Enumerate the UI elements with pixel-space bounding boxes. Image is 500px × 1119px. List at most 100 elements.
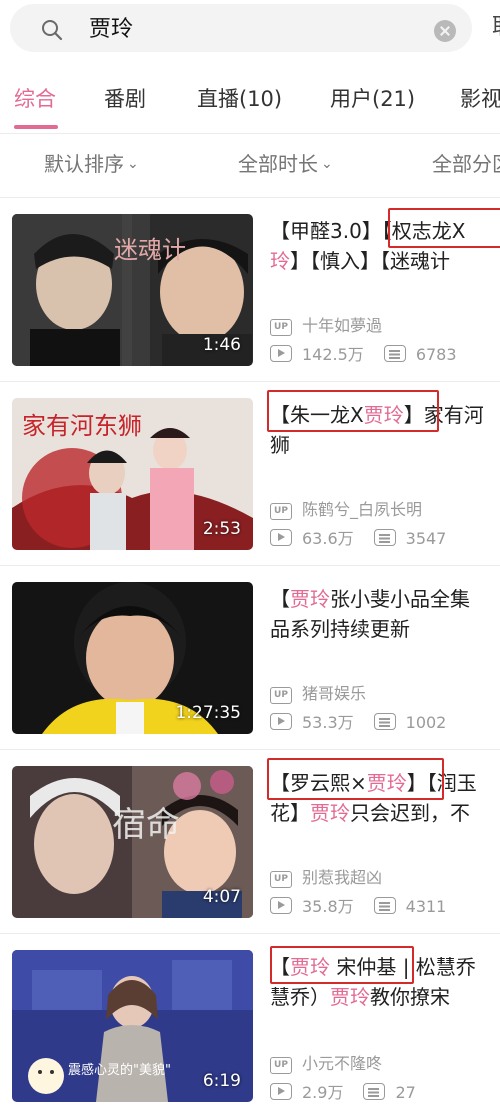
danmaku-count: 6783 bbox=[415, 345, 457, 364]
danmaku-icon bbox=[373, 897, 396, 914]
clear-icon[interactable] bbox=[434, 20, 456, 42]
play-count-icon bbox=[270, 713, 292, 730]
video-duration: 1:27:35 bbox=[175, 703, 241, 723]
play-count-icon bbox=[270, 897, 292, 914]
video-thumbnail[interactable]: 家有河东狮 2:53 bbox=[12, 398, 253, 550]
uploader-name: 十年如夢過 bbox=[302, 316, 383, 335]
video-item[interactable]: 震感心灵的"美貌" 6:19 【贾玲 宋仲基 | 松慧乔 慧乔）贾玲教你撩宋 U… bbox=[0, 946, 500, 1118]
video-item[interactable]: 家有河东狮 2:53 【朱一龙X贾玲】家有河 狮 UP 陈鹤兮_白夙长明 63.6… bbox=[0, 390, 500, 566]
active-tab-indicator bbox=[14, 125, 58, 129]
uploader-name: 别惹我超凶 bbox=[302, 868, 383, 887]
video-item[interactable]: 宿命 4:07 【罗云熙×贾玲】【润玉 花】贾玲只会迟到，不 UP 别惹我超凶 3… bbox=[0, 758, 500, 934]
divider bbox=[0, 749, 500, 750]
annotation-box bbox=[267, 390, 439, 432]
uploader-name: 小元不隆咚 bbox=[302, 1054, 383, 1073]
title-text: 张小斐小品全集 bbox=[330, 587, 470, 611]
title-highlight: 贾玲 bbox=[310, 801, 350, 825]
video-title[interactable]: 【贾玲张小斐小品全集 品系列持续更新 bbox=[270, 584, 500, 652]
danmaku-count: 3547 bbox=[405, 529, 447, 548]
title-text: 慧乔） bbox=[270, 985, 330, 1009]
up-icon: UP bbox=[270, 319, 292, 336]
divider bbox=[0, 381, 500, 382]
uploader-name: 猪哥娱乐 bbox=[302, 684, 367, 703]
duration-filter-label: 全部时长 bbox=[238, 152, 318, 176]
duration-filter[interactable]: 全部时长 ⌄ bbox=[238, 150, 333, 178]
video-thumbnail[interactable]: 迷魂计 1:46 bbox=[12, 214, 253, 366]
sort-filter-label: 默认排序 bbox=[44, 152, 124, 176]
uploader-row[interactable]: UP 小元不隆咚 bbox=[270, 1053, 382, 1075]
svg-text:震感心灵的"美貌": 震感心灵的"美貌" bbox=[68, 1062, 171, 1078]
video-duration: 2:53 bbox=[202, 519, 241, 539]
danmaku-icon bbox=[373, 713, 396, 730]
stats-row: 35.8万 4311 bbox=[270, 896, 446, 918]
annotation-box bbox=[267, 758, 444, 800]
category-tabs: 综合 番剧 直播(10) 用户(21) 影视 bbox=[0, 70, 500, 132]
stats-row: 142.5万 6783 bbox=[270, 344, 457, 366]
uploader-row[interactable]: UP 十年如夢過 bbox=[270, 315, 382, 337]
title-text: 品系列持续更新 bbox=[270, 617, 410, 641]
svg-text:宿命: 宿命 bbox=[112, 805, 180, 845]
tab-all[interactable]: 综合 bbox=[14, 84, 56, 114]
title-highlight: 玲 bbox=[270, 249, 290, 273]
video-item[interactable]: 1:27:35 【贾玲张小斐小品全集 品系列持续更新 UP 猪哥娱乐 53.3万 1… bbox=[0, 582, 500, 750]
danmaku-icon bbox=[363, 1083, 386, 1100]
chevron-down-icon: ⌄ bbox=[127, 156, 139, 172]
uploader-name: 陈鹤兮_白夙长明 bbox=[302, 500, 423, 519]
view-count: 35.8万 bbox=[302, 897, 354, 916]
view-count: 53.3万 bbox=[302, 713, 354, 732]
search-bar: 贾玲 取 bbox=[0, 0, 500, 62]
svg-text:家有河东狮: 家有河东狮 bbox=[22, 412, 142, 440]
danmaku-count: 4311 bbox=[405, 897, 447, 916]
stats-row: 53.3万 1002 bbox=[270, 712, 446, 734]
title-text: 只会迟到，不 bbox=[350, 801, 470, 825]
cancel-button[interactable]: 取 bbox=[492, 13, 500, 43]
play-count-icon bbox=[270, 529, 292, 546]
danmaku-count: 1002 bbox=[405, 713, 447, 732]
video-thumbnail[interactable]: 震感心灵的"美貌" 6:19 bbox=[12, 950, 253, 1102]
search-input[interactable]: 贾玲 bbox=[10, 4, 472, 52]
stats-row: 63.6万 3547 bbox=[270, 528, 446, 550]
view-count: 2.9万 bbox=[302, 1083, 344, 1102]
title-text: 狮 bbox=[270, 433, 290, 457]
video-duration: 6:19 bbox=[202, 1071, 241, 1091]
tab-users[interactable]: 用户(21) bbox=[330, 84, 415, 114]
title-highlight: 贾玲 bbox=[290, 587, 330, 611]
up-icon: UP bbox=[270, 1057, 292, 1074]
zone-filter-label: 全部分区 bbox=[432, 152, 500, 176]
up-icon: UP bbox=[270, 503, 292, 520]
search-query[interactable]: 贾玲 bbox=[89, 15, 133, 45]
search-icon bbox=[42, 20, 63, 41]
tab-bangumi[interactable]: 番剧 bbox=[104, 84, 146, 114]
video-thumbnail[interactable]: 宿命 4:07 bbox=[12, 766, 253, 918]
tab-movies[interactable]: 影视 bbox=[460, 84, 500, 114]
danmaku-icon bbox=[373, 529, 396, 546]
sort-filter[interactable]: 默认排序 ⌄ bbox=[44, 150, 139, 178]
title-highlight: 贾玲 bbox=[330, 985, 370, 1009]
uploader-row[interactable]: UP 陈鹤兮_白夙长明 bbox=[270, 499, 422, 521]
view-count: 142.5万 bbox=[302, 345, 364, 364]
title-text: 教你撩宋 bbox=[370, 985, 450, 1009]
up-icon: UP bbox=[270, 871, 292, 888]
danmaku-icon bbox=[383, 345, 406, 362]
up-icon: UP bbox=[270, 687, 292, 704]
video-item[interactable]: 迷魂计 1:46 【甲醛3.0】【权志龙X 玲】【慎入】【迷魂计 UP 十年如夢過… bbox=[0, 208, 500, 382]
annotation-box bbox=[388, 208, 500, 248]
play-count-icon bbox=[270, 345, 292, 362]
title-text: 】【慎入】【迷魂计 bbox=[290, 249, 450, 273]
video-duration: 4:07 bbox=[202, 887, 241, 907]
stats-row: 2.9万 27 bbox=[270, 1082, 416, 1104]
chevron-down-icon: ⌄ bbox=[321, 156, 333, 172]
play-count-icon bbox=[270, 1083, 292, 1100]
tab-live[interactable]: 直播(10) bbox=[197, 84, 282, 114]
divider bbox=[0, 197, 500, 198]
title-text: 【 bbox=[270, 587, 290, 611]
danmaku-count: 27 bbox=[395, 1083, 416, 1102]
video-duration: 1:46 bbox=[202, 335, 241, 355]
uploader-row[interactable]: UP 别惹我超凶 bbox=[270, 867, 382, 889]
zone-filter[interactable]: 全部分区 bbox=[432, 150, 500, 178]
filter-bar: 默认排序⌄ 全部时长⌄ 全部分区 bbox=[0, 134, 500, 196]
video-thumbnail[interactable]: 1:27:35 bbox=[12, 582, 253, 734]
title-text: 花】 bbox=[270, 801, 310, 825]
uploader-row[interactable]: UP 猪哥娱乐 bbox=[270, 683, 366, 705]
divider bbox=[0, 933, 500, 934]
